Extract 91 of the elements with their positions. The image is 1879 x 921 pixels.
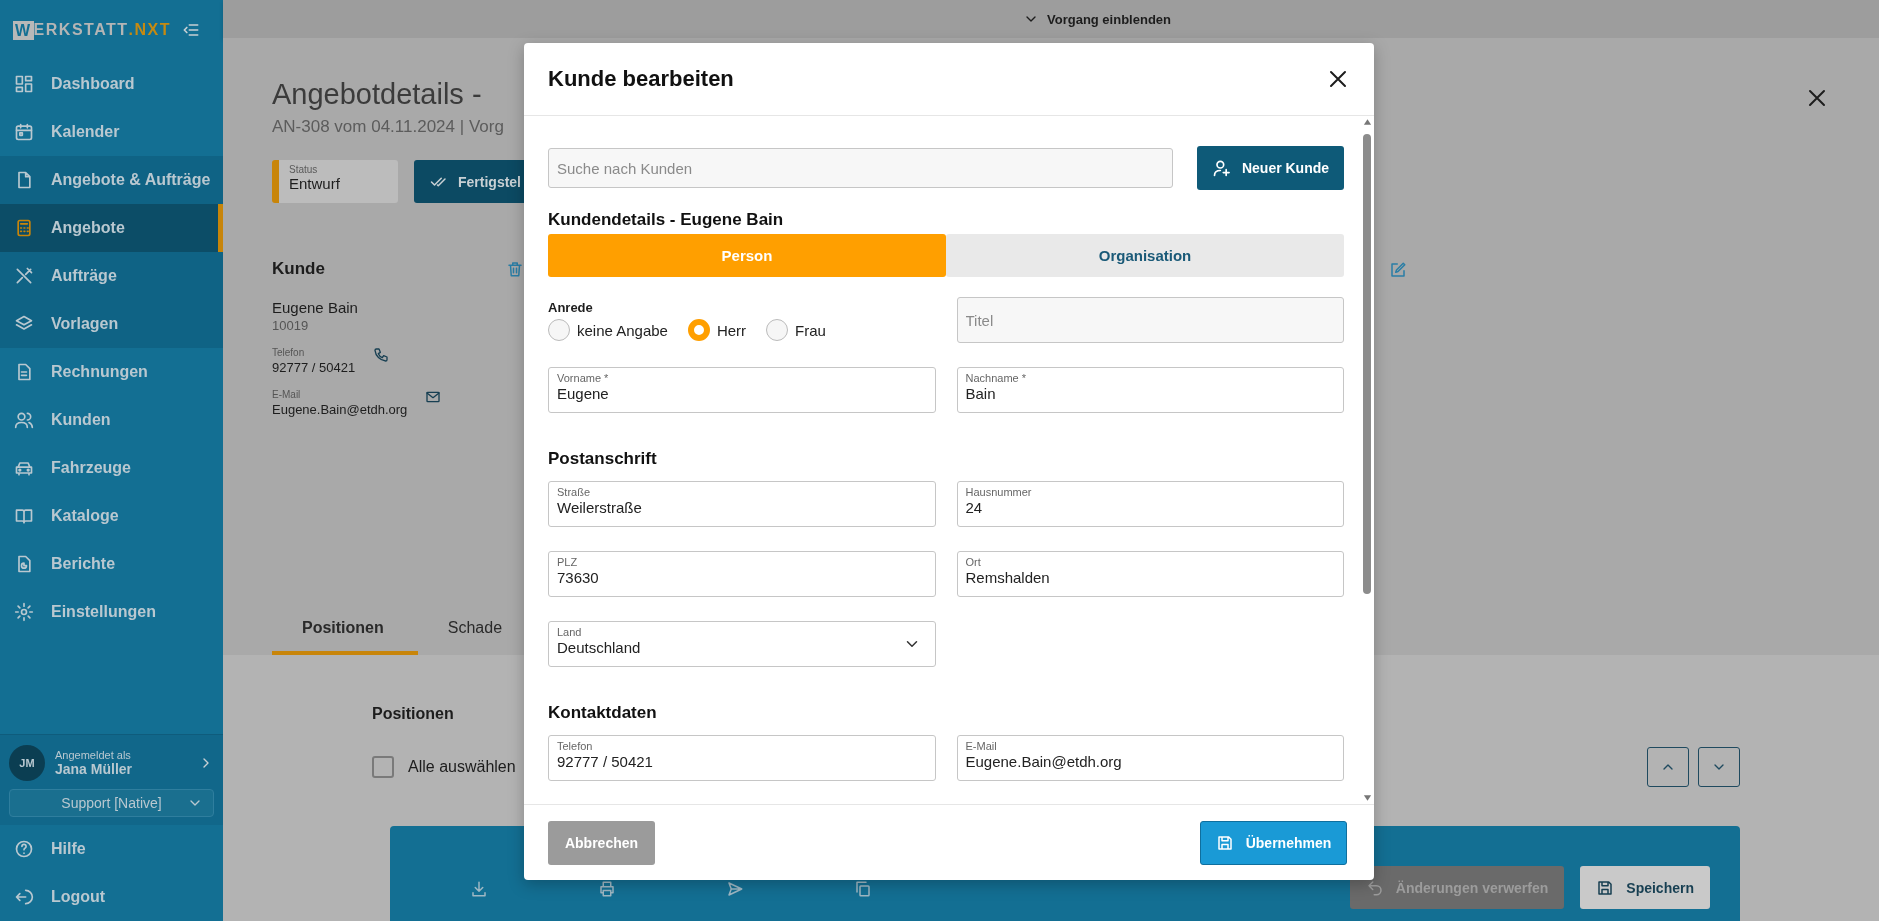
move-down-button[interactable]	[1698, 747, 1740, 787]
dashboard-icon	[14, 74, 34, 94]
logo-accent: .NXT	[128, 21, 171, 39]
mail-icon[interactable]	[425, 389, 442, 405]
save-icon	[1596, 878, 1615, 897]
edit-icon[interactable]	[1389, 261, 1407, 279]
segment-tab[interactable]: Organisation	[946, 234, 1344, 277]
show-process-toggle[interactable]: Vorgang einblenden	[1017, 10, 1177, 28]
move-up-button[interactable]	[1647, 747, 1689, 787]
tab[interactable]: Positionen	[272, 619, 418, 655]
radio-label: Frau	[795, 321, 826, 339]
user-name: Jana Müller	[55, 761, 134, 777]
page-subtitle: AN-308 vom 04.11.2024 | Vorg	[272, 117, 504, 137]
text-field[interactable]: Vorname * Eugene	[548, 367, 936, 413]
copy-icon[interactable]	[854, 880, 872, 898]
status-label: Status	[289, 164, 319, 175]
nav-item[interactable]: Kunden	[0, 396, 223, 444]
nav-item[interactable]: Rechnungen	[0, 348, 223, 396]
field-label: Telefon	[272, 347, 306, 358]
field-label: Anrede	[548, 300, 594, 315]
send-icon[interactable]	[726, 880, 744, 898]
customer-name: Eugene Bain	[272, 299, 359, 316]
nav-item[interactable]: Logout	[0, 873, 223, 921]
scrollbar-thumb[interactable]	[1363, 134, 1371, 594]
phone-icon[interactable]	[373, 347, 390, 363]
radio-button[interactable]	[687, 319, 710, 341]
trash-icon[interactable]	[506, 260, 524, 278]
field-label: E-Mail	[272, 389, 302, 400]
calculator-icon	[14, 218, 34, 238]
nav-item[interactable]: Kataloge	[0, 492, 223, 540]
help-icon	[14, 839, 34, 859]
nav-item[interactable]: Berichte	[0, 540, 223, 588]
nav-item[interactable]: Aufträge	[0, 252, 223, 300]
nav-item[interactable]: Hilfe	[0, 825, 223, 873]
apply-button[interactable]: Übernehmen	[1200, 820, 1347, 865]
avatar: JM	[9, 745, 45, 781]
section-heading: Positionen	[372, 705, 454, 723]
role-dropdown[interactable]: Support [Native]	[9, 789, 214, 817]
nav-item[interactable]: Kalender	[0, 108, 223, 156]
text-field[interactable]: E-Mail Eugene.Bain@etdh.org	[956, 735, 1344, 781]
printer-icon[interactable]	[598, 880, 616, 898]
user-caption: Angemeldet als	[55, 749, 132, 761]
country-select[interactable]: Land Deutschland	[548, 621, 936, 667]
download-icon[interactable]	[470, 880, 488, 898]
segment-tab[interactable]: Person	[548, 234, 946, 277]
page-title: Angebotdetails -	[272, 78, 483, 111]
nav-item[interactable]: Fahrzeuge	[0, 444, 223, 492]
checkbox[interactable]	[372, 756, 394, 778]
tools-icon	[14, 266, 34, 286]
search-field[interactable]: Suche nach Kunden	[548, 148, 1173, 188]
nav-item[interactable]: Dashboard	[0, 60, 223, 108]
users-icon	[14, 410, 34, 430]
logo-mark: W	[13, 20, 34, 40]
undo-icon	[1365, 878, 1384, 897]
customer-number: 10019	[272, 318, 310, 333]
email-address: Eugene.Bain@etdh.org	[272, 402, 408, 417]
calendar-icon	[14, 122, 34, 142]
cancel-button[interactable]: Abbrechen	[548, 820, 655, 865]
user-plus-icon	[1211, 158, 1232, 178]
section-heading: Kundendetails - Eugene Bain	[548, 210, 785, 230]
nav-item[interactable]: Angebote & Aufträge	[0, 156, 223, 204]
status-value: Entwurf	[289, 175, 341, 192]
text-field[interactable]: Ort Remshalden	[956, 551, 1344, 597]
text-field[interactable]: Hausnummer 24	[956, 481, 1344, 527]
checkbox-label: Alle auswählen	[408, 758, 516, 776]
phone-number: 92777 / 50421	[272, 360, 356, 375]
text-field[interactable]: Nachname * Bain	[956, 367, 1344, 413]
book-icon	[14, 506, 34, 526]
dialog-title: Kunde bearbeiten	[548, 66, 734, 92]
text-field[interactable]: Straße Weilerstraße	[548, 481, 936, 527]
save-button[interactable]: Speichern	[1580, 866, 1710, 909]
scroll-up-icon[interactable]	[1362, 118, 1372, 126]
section-heading: Kontaktdaten	[548, 703, 658, 723]
radio-button[interactable]	[548, 319, 570, 341]
text-field[interactable]: PLZ 73630	[548, 551, 936, 597]
logo-text: ERKSTATT	[33, 21, 129, 39]
radio-label: Herr	[716, 321, 747, 339]
title-field[interactable]: Titel	[956, 297, 1344, 343]
nav-item[interactable]: Einstellungen	[0, 588, 223, 636]
section-heading: Postanschrift	[548, 449, 658, 469]
text-field[interactable]: Telefon 92777 / 50421	[548, 735, 936, 781]
logout-icon	[14, 887, 34, 907]
new-customer-button[interactable]: Neuer Kunde	[1197, 146, 1344, 190]
radio-label: keine Angabe	[577, 321, 668, 339]
scroll-down-icon[interactable]	[1362, 794, 1372, 802]
settings-icon	[14, 602, 34, 622]
nav-item[interactable]: Angebote	[0, 204, 223, 252]
nav-item[interactable]: Vorlagen	[0, 300, 223, 348]
save-icon	[1215, 833, 1234, 852]
section-heading: Kunde	[272, 259, 325, 279]
radio-button[interactable]	[766, 319, 789, 341]
